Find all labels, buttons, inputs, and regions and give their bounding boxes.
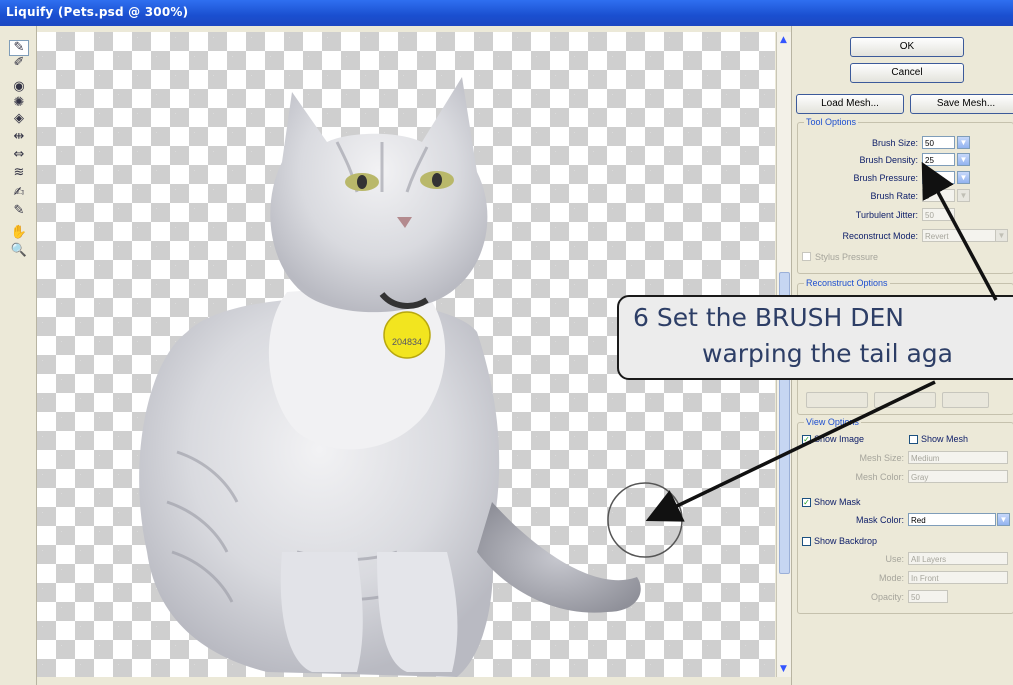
scroll-up-icon[interactable]: ▲ bbox=[780, 35, 787, 45]
brush-size-dropdown-icon[interactable]: ▼ bbox=[957, 136, 970, 149]
callout-line-2: warping the tail aga bbox=[702, 339, 953, 368]
reconstruct-mode-select[interactable]: Revert bbox=[922, 229, 1002, 242]
twirl-icon[interactable]: ◉ bbox=[10, 80, 28, 94]
reconstruct-mode-button[interactable] bbox=[806, 392, 868, 408]
mesh-color-select[interactable]: Gray bbox=[908, 470, 1008, 483]
pucker-icon[interactable]: ✺ bbox=[10, 96, 28, 110]
turbulent-jitter-label: Turbulent Jitter: bbox=[855, 210, 918, 220]
mask-color-select[interactable]: Red bbox=[908, 513, 996, 526]
opacity-field[interactable]: 50 bbox=[908, 590, 948, 603]
load-mesh-button[interactable]: Load Mesh... bbox=[796, 94, 904, 114]
show-mask-label: Show Mask bbox=[814, 497, 861, 507]
mask-color-label: Mask Color: bbox=[855, 515, 904, 525]
mesh-size-select[interactable]: Medium bbox=[908, 451, 1008, 464]
turbulence-icon[interactable]: ≋ bbox=[10, 166, 28, 180]
ok-button[interactable]: OK bbox=[850, 37, 964, 57]
show-image-checkbox[interactable]: ✓ bbox=[802, 435, 811, 444]
mesh-color-label: Mesh Color: bbox=[855, 472, 904, 482]
brush-density-label: Brush Density: bbox=[859, 155, 918, 165]
reconstruct-icon[interactable]: ✐ bbox=[10, 56, 28, 70]
pet-tag-text: 204834 bbox=[392, 337, 422, 347]
brush-density-field[interactable]: 25 bbox=[922, 153, 955, 166]
opacity-label: Opacity: bbox=[870, 592, 904, 602]
reconstruct-mode-label: Reconstruct Mode: bbox=[842, 231, 918, 241]
scroll-down-icon[interactable]: ▼ bbox=[780, 664, 787, 674]
stylus-pressure-label: Stylus Pressure bbox=[815, 252, 879, 262]
stylus-pressure-checkbox[interactable] bbox=[802, 252, 811, 261]
freeze-mask-icon[interactable]: ✍ bbox=[10, 186, 28, 200]
mode-select[interactable]: In Front bbox=[908, 571, 1008, 584]
cancel-button[interactable]: Cancel bbox=[850, 63, 964, 83]
thaw-mask-icon[interactable]: ✎ bbox=[10, 204, 28, 218]
show-backdrop-checkbox[interactable] bbox=[802, 537, 811, 546]
use-label: Use: bbox=[885, 554, 904, 564]
tool-options-title: Tool Options bbox=[804, 117, 859, 127]
reconstruct-options-title: Reconstruct Options bbox=[804, 278, 890, 288]
title-bar[interactable]: Liquify (Pets.psd @ 300%) bbox=[0, 0, 1013, 26]
view-options-title: View Options bbox=[804, 417, 861, 427]
window-title: Liquify (Pets.psd @ 300%) bbox=[6, 5, 189, 19]
brush-pressure-dropdown-icon[interactable]: ▼ bbox=[957, 171, 970, 184]
use-select[interactable]: All Layers bbox=[908, 552, 1008, 565]
reconstruct-button[interactable] bbox=[942, 392, 989, 408]
brush-size-label: Brush Size: bbox=[871, 138, 918, 148]
push-left-icon[interactable]: ⇹ bbox=[10, 130, 28, 144]
hand-icon[interactable]: ✋ bbox=[10, 226, 28, 240]
instruction-callout: 6 Set the BRUSH DEN warping the tail aga bbox=[617, 295, 1013, 380]
mirror-icon[interactable]: ⇔ bbox=[10, 148, 28, 162]
show-mask-checkbox[interactable]: ✓ bbox=[802, 498, 811, 507]
show-mesh-checkbox[interactable] bbox=[909, 435, 918, 444]
forward-warp-icon[interactable]: ✎ bbox=[9, 40, 29, 56]
mask-color-dropdown-icon[interactable]: ▼ bbox=[997, 513, 1010, 526]
bloat-icon[interactable]: ◈ bbox=[10, 112, 28, 126]
brush-pressure-label: Brush Pressure: bbox=[853, 173, 918, 183]
show-backdrop-label: Show Backdrop bbox=[814, 536, 878, 546]
show-mesh-label: Show Mesh bbox=[921, 434, 969, 444]
tool-strip: ✎ ✐ ◉ ✺ ◈ ⇹ ⇔ ≋ ✍ ✎ ✋ 🔍 bbox=[0, 26, 37, 685]
mesh-size-label: Mesh Size: bbox=[859, 453, 904, 463]
callout-line-1: 6 Set the BRUSH DEN bbox=[633, 303, 905, 332]
reconstruct-mode-dropdown-icon[interactable]: ▼ bbox=[995, 229, 1008, 242]
brush-density-dropdown-icon[interactable]: ▼ bbox=[957, 153, 970, 166]
zoom-icon[interactable]: 🔍 bbox=[10, 244, 28, 258]
brush-rate-label: Brush Rate: bbox=[870, 191, 918, 201]
show-image-label: Show Image bbox=[814, 434, 865, 444]
mode-label: Mode: bbox=[878, 573, 904, 583]
turbulent-jitter-field[interactable]: 50 bbox=[922, 208, 955, 221]
brush-pressure-field[interactable]: 1 bbox=[922, 171, 955, 184]
restore-all-button[interactable] bbox=[874, 392, 936, 408]
brush-size-field[interactable]: 50 bbox=[922, 136, 955, 149]
brush-rate-dropdown-icon[interactable]: ▼ bbox=[957, 189, 970, 202]
save-mesh-button[interactable]: Save Mesh... bbox=[910, 94, 1013, 114]
brush-rate-field[interactable]: 8 bbox=[922, 189, 955, 202]
